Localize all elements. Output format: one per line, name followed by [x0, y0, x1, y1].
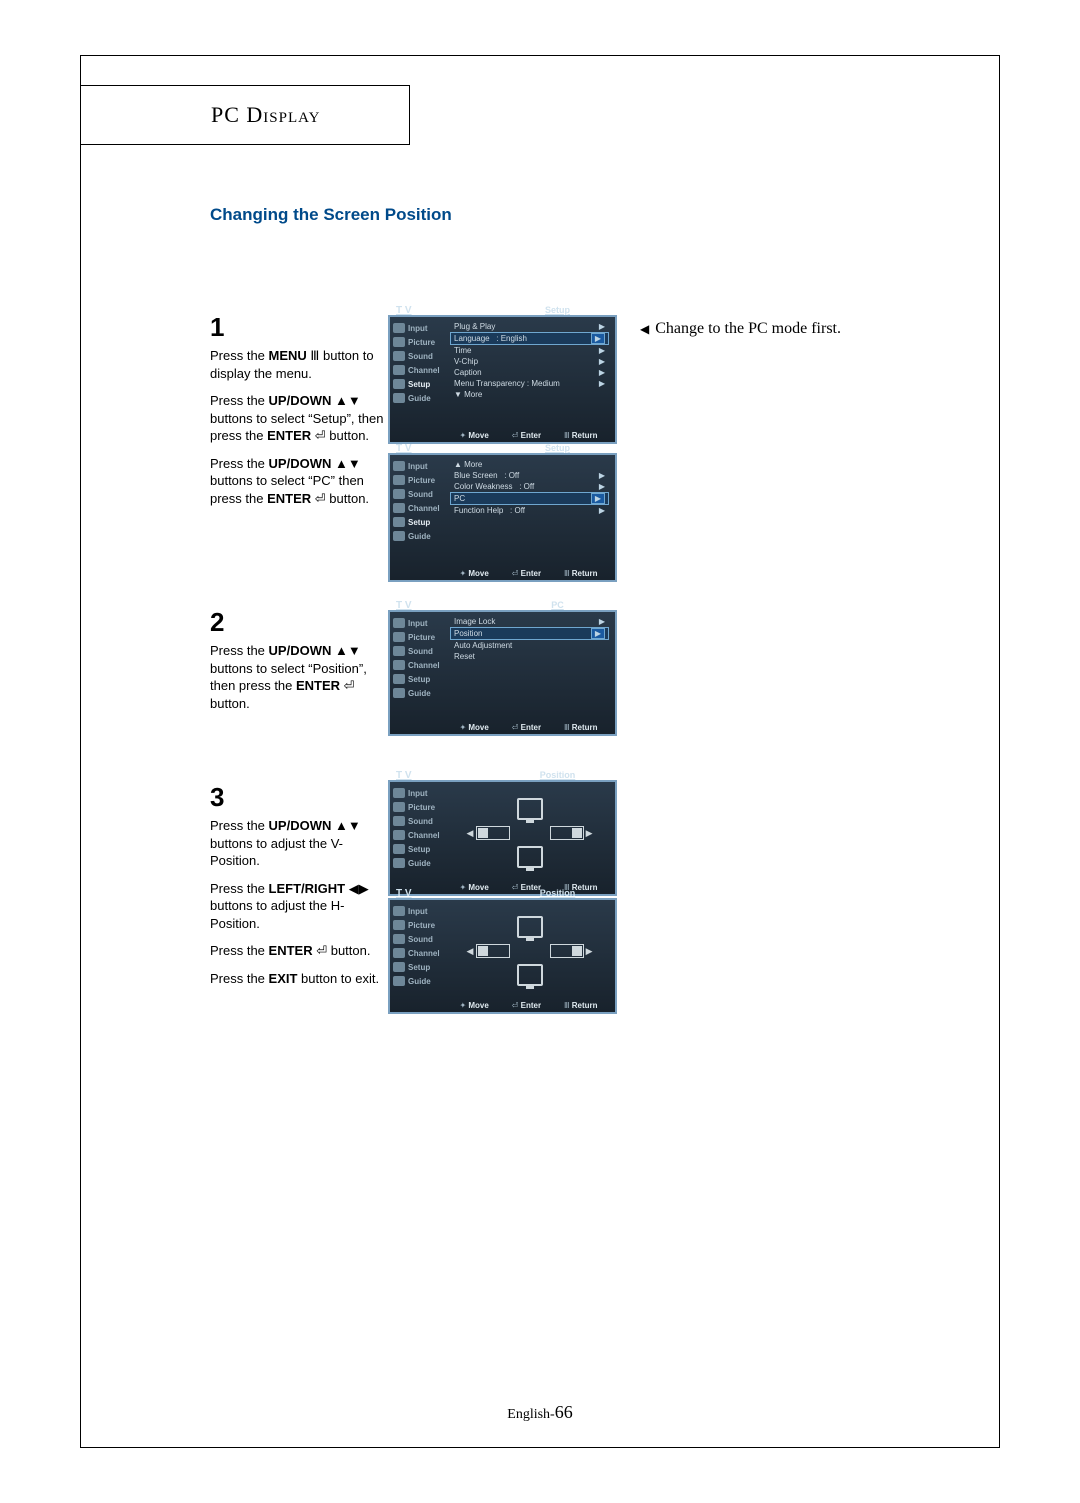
menu-item[interactable]: Function Help : Off▶	[450, 505, 609, 516]
setup-icon	[393, 379, 405, 389]
osd-position-2: T V Position Input Picture Sound Channel…	[388, 898, 617, 1014]
sound-icon	[393, 816, 405, 826]
step3-line4: Press the EXIT button to exit.	[210, 970, 390, 988]
step-1: 1 Press the MENU Ⅲ button to display the…	[210, 310, 390, 517]
channel-icon	[393, 503, 405, 513]
sound-icon	[393, 934, 405, 944]
menu-item[interactable]: V-Chip▶	[450, 356, 609, 367]
setup-icon	[393, 844, 405, 854]
step-2: 2 Press the UP/DOWN ▲▼ buttons to select…	[210, 605, 390, 722]
picture-icon	[393, 802, 405, 812]
input-icon	[393, 323, 405, 333]
menu-item[interactable]: Blue Screen : Off▶	[450, 470, 609, 481]
osd-sidebar: Input Picture Sound Channel Setup Guide	[390, 900, 448, 1012]
osd-sidebar: Input Picture Sound Channel Setup Guide	[390, 317, 448, 442]
step-3: 3 Press the UP/DOWN ▲▼ buttons to adjust…	[210, 780, 390, 997]
osd-sidebar: Input Picture Sound Channel Setup Guide	[390, 782, 448, 894]
step3-line3: Press the ENTER ⏎ button.	[210, 942, 390, 960]
menu-item-pc[interactable]: PC▶	[450, 492, 609, 505]
setup-icon	[393, 517, 405, 527]
osd-footer: ✦ Move ⏎ Enter Ⅲ Return	[448, 569, 609, 578]
step-number: 1	[210, 310, 390, 345]
menu-item[interactable]: Auto Adjustment	[450, 640, 609, 651]
page-heading: Changing the Screen Position	[210, 205, 452, 225]
channel-icon	[393, 948, 405, 958]
input-icon	[393, 906, 405, 916]
menu-more[interactable]: ▼ More	[450, 389, 609, 400]
guide-icon	[393, 976, 405, 986]
vpos-down-icon[interactable]	[517, 846, 543, 868]
menu-more[interactable]: ▲ More	[450, 459, 609, 470]
menu-item[interactable]: Menu Transparency : Medium▶	[450, 378, 609, 389]
osd-setup-1: T V Setup Input Picture Sound Channel Se…	[388, 315, 617, 444]
osd-sidebar: Input Picture Sound Channel Setup Guide	[390, 612, 448, 734]
osd-tv-label: T V	[396, 305, 412, 316]
vpos-down-icon[interactable]	[517, 964, 543, 986]
page-frame	[80, 55, 1000, 1448]
page-footer: English-66	[0, 1402, 1080, 1423]
osd-footer: ✦ Move ⏎ Enter Ⅲ Return	[448, 431, 609, 440]
menu-item[interactable]: Image Lock▶	[450, 616, 609, 627]
guide-icon	[393, 393, 405, 403]
hpos-right-icon[interactable]: ▶	[550, 826, 584, 840]
menu-item[interactable]: Plug & Play▶	[450, 321, 609, 332]
step1-line3: Press the UP/DOWN ▲▼ buttons to select “…	[210, 455, 390, 508]
setup-icon	[393, 962, 405, 972]
menu-item-position[interactable]: Position▶	[450, 627, 609, 640]
sound-icon	[393, 489, 405, 499]
setup-icon	[393, 674, 405, 684]
step3-line2: Press the LEFT/RIGHT ◀▶ buttons to adjus…	[210, 880, 390, 933]
picture-icon	[393, 337, 405, 347]
input-icon	[393, 618, 405, 628]
step3-line1: Press the UP/DOWN ▲▼ buttons to adjust t…	[210, 817, 390, 870]
picture-icon	[393, 920, 405, 930]
menu-item[interactable]: Caption▶	[450, 367, 609, 378]
step2-line1: Press the UP/DOWN ▲▼ buttons to select “…	[210, 642, 390, 712]
osd-title: Setup	[510, 305, 605, 315]
osd-tv-label: T V	[396, 443, 412, 454]
input-icon	[393, 788, 405, 798]
vpos-up-icon[interactable]	[517, 798, 543, 820]
osd-title: Setup	[510, 443, 605, 453]
guide-icon	[393, 688, 405, 698]
sound-icon	[393, 646, 405, 656]
input-icon	[393, 461, 405, 471]
step1-line2: Press the UP/DOWN ▲▼ buttons to select “…	[210, 392, 390, 445]
hpos-left-icon[interactable]: ◀	[476, 944, 510, 958]
osd-title: Position	[510, 770, 605, 780]
sound-icon	[393, 351, 405, 361]
menu-item[interactable]: Time▶	[450, 345, 609, 356]
osd-footer: ✦ Move ⏎ Enter Ⅲ Return	[448, 723, 609, 732]
menu-item[interactable]: Reset	[450, 651, 609, 662]
vpos-up-icon[interactable]	[517, 916, 543, 938]
section-tab: PC Display	[80, 85, 410, 145]
menu-item-language[interactable]: Language : English▶	[450, 332, 609, 345]
osd-title: Position	[510, 888, 605, 898]
menu-item[interactable]: Color Weakness : Off▶	[450, 481, 609, 492]
osd-tv-label: T V	[396, 600, 412, 611]
step1-line1: Press the MENU Ⅲ button to display the m…	[210, 347, 390, 382]
osd-pc-menu: T V PC Input Picture Sound Channel Setup…	[388, 610, 617, 736]
step-number: 3	[210, 780, 390, 815]
guide-icon	[393, 531, 405, 541]
osd-setup-2: T V Setup Input Picture Sound Channel Se…	[388, 453, 617, 582]
osd-sidebar: Input Picture Sound Channel Setup Guide	[390, 455, 448, 580]
hpos-right-icon[interactable]: ▶	[550, 944, 584, 958]
picture-icon	[393, 475, 405, 485]
guide-icon	[393, 858, 405, 868]
osd-title: PC	[510, 600, 605, 610]
hpos-left-icon[interactable]: ◀	[476, 826, 510, 840]
mode-note: Change to the PC mode first.	[640, 320, 841, 338]
osd-footer: ✦ Move ⏎ Enter Ⅲ Return	[448, 1001, 609, 1010]
channel-icon	[393, 365, 405, 375]
section-title: PC Display	[211, 102, 320, 128]
picture-icon	[393, 632, 405, 642]
step-number: 2	[210, 605, 390, 640]
osd-tv-label: T V	[396, 888, 412, 899]
channel-icon	[393, 830, 405, 840]
osd-tv-label: T V	[396, 770, 412, 781]
channel-icon	[393, 660, 405, 670]
osd-position-1: T V Position Input Picture Sound Channel…	[388, 780, 617, 896]
